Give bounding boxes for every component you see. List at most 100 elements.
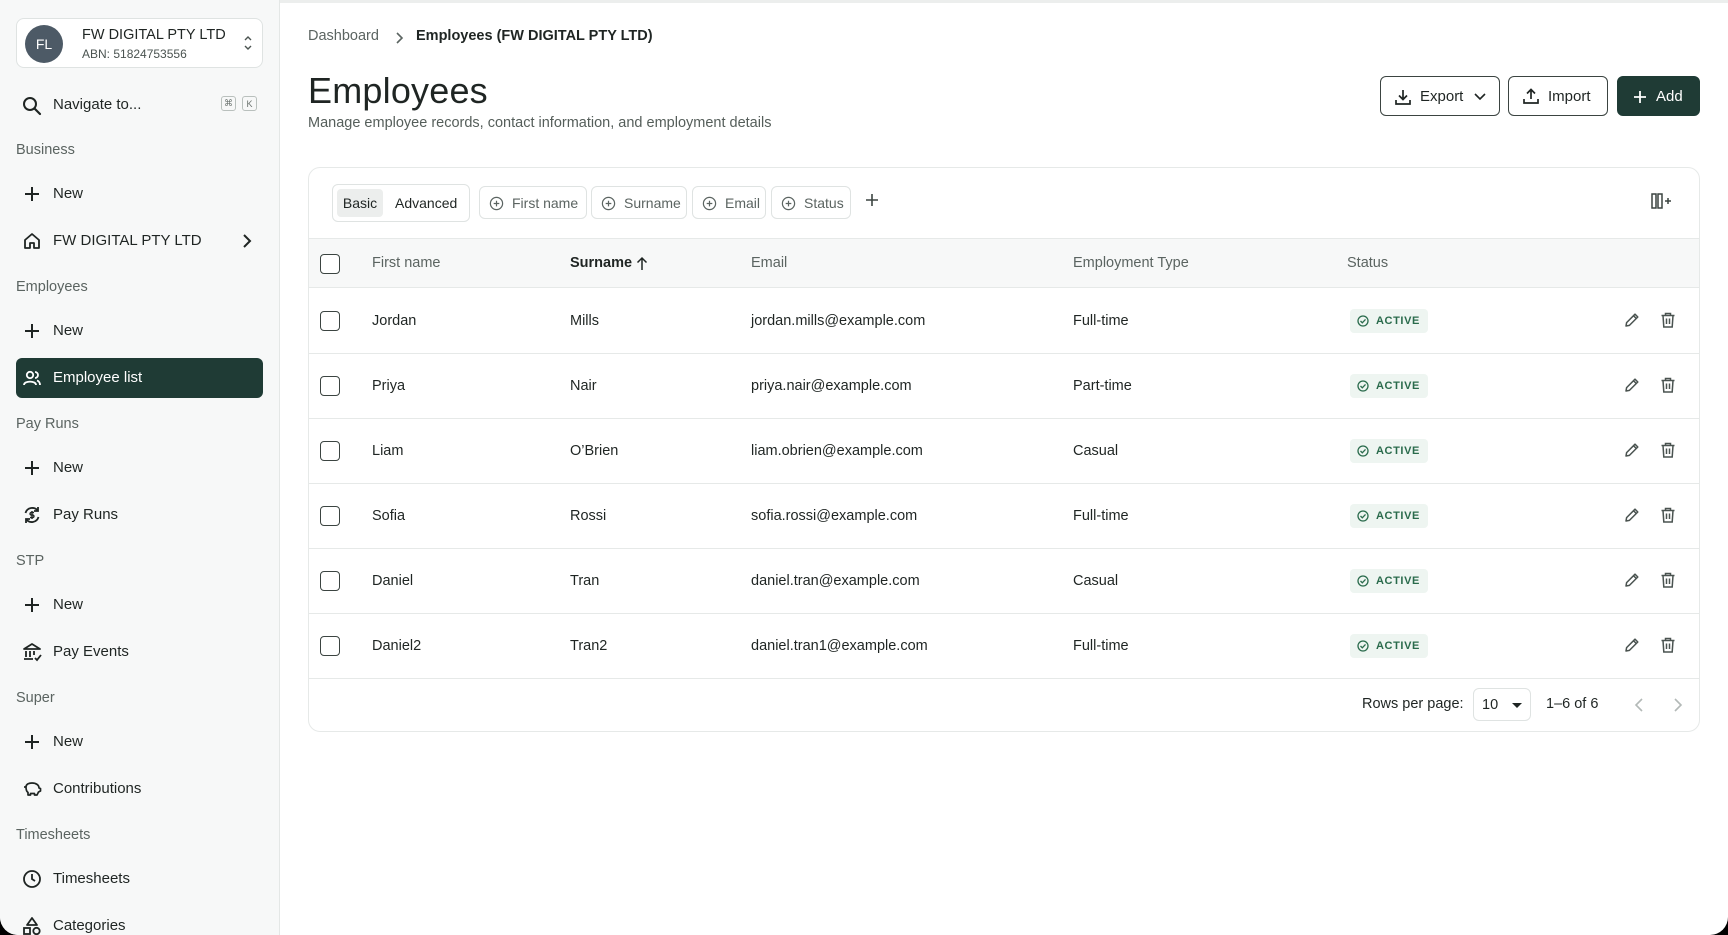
edit-icon[interactable] (1623, 636, 1641, 654)
org-switcher[interactable]: FL FW DIGITAL PTY LTD ABN: 51824753556 (16, 18, 263, 68)
sidebar-item-employees-new[interactable]: New (16, 311, 263, 351)
breadcrumb-dashboard[interactable]: Dashboard (308, 28, 379, 44)
edit-icon[interactable] (1623, 311, 1641, 329)
cell-employment-type: Full-time (1073, 638, 1129, 654)
users-icon (23, 370, 41, 386)
rows-per-page-label: Rows per page: (1362, 696, 1464, 712)
cell-employment-type: Casual (1073, 573, 1119, 589)
plus-circle-icon (781, 196, 796, 211)
delete-icon[interactable] (1659, 441, 1677, 459)
cell-surname: Tran2 (570, 638, 608, 654)
org-avatar: FL (25, 25, 63, 63)
plus-icon (25, 735, 39, 749)
table-row[interactable]: Jordan Mills jordan.mills@example.com Full-… (309, 289, 1699, 354)
sort-ascending-icon (636, 256, 648, 270)
table-row[interactable]: Priya Nair priya.nair@example.com Part-time… (309, 354, 1699, 419)
table-row[interactable]: Sofia Rossi sofia.rossi@example.com Full-ti… (309, 484, 1699, 549)
add-filter-icon[interactable] (864, 192, 880, 208)
sidebar-item-categories[interactable]: Categories (16, 906, 263, 935)
section-business: Business (16, 142, 75, 158)
column-header-surname[interactable]: Surname (570, 255, 632, 271)
employees-table-card: Basic Advanced First name Surname Email … (308, 167, 1700, 732)
row-checkbox[interactable] (320, 571, 340, 591)
sidebar-item-stp-new[interactable]: New (16, 585, 263, 625)
check-circle-icon (1357, 575, 1369, 587)
breadcrumb-current: Employees (FW DIGITAL PTY LTD) (416, 28, 653, 44)
upload-icon (1523, 88, 1539, 104)
cell-employment-type: Part-time (1073, 378, 1132, 394)
k-key-hint: K (242, 96, 257, 111)
sidebar-item-super-new[interactable]: New (16, 722, 263, 762)
sidebar-item-label: Pay Runs (53, 506, 119, 523)
cell-surname: Tran (570, 573, 600, 589)
filter-chip-first-name[interactable]: First name (479, 186, 587, 219)
filter-chip-label: First name (512, 195, 579, 211)
basic-filter-tab[interactable]: Basic (337, 189, 383, 217)
check-circle-icon (1357, 445, 1369, 457)
filter-chip-email[interactable]: Email (692, 186, 766, 219)
select-all-checkbox[interactable] (320, 254, 340, 274)
chevron-left-icon[interactable] (1634, 697, 1644, 713)
column-header-first-name[interactable]: First name (372, 255, 441, 271)
edit-icon[interactable] (1623, 506, 1641, 524)
table-row[interactable]: Daniel2 Tran2 daniel.tran1@example.com Full… (309, 614, 1699, 679)
status-label: ACTIVE (1376, 510, 1420, 522)
pagination: Rows per page: 10 1–6 of 6 (309, 678, 1699, 731)
row-checkbox[interactable] (320, 311, 340, 331)
rows-per-page-value: 10 (1482, 697, 1499, 713)
sidebar-item-pay-events[interactable]: Pay Events (16, 632, 263, 672)
cell-email: liam.obrien@example.com (751, 443, 923, 459)
column-header-employment-type[interactable]: Employment Type (1073, 255, 1189, 271)
cell-surname: O’Brien (570, 443, 619, 459)
row-checkbox[interactable] (320, 376, 340, 396)
section-super: Super (16, 690, 55, 706)
delete-icon[interactable] (1659, 636, 1677, 654)
clock-icon (23, 870, 41, 888)
column-header-email[interactable]: Email (751, 255, 787, 271)
delete-icon[interactable] (1659, 311, 1677, 329)
rows-per-page-select[interactable]: 10 (1473, 688, 1531, 721)
caret-down-icon (1512, 703, 1522, 708)
edit-icon[interactable] (1623, 441, 1641, 459)
page-subtitle: Manage employee records, contact informa… (308, 115, 772, 131)
edit-icon[interactable] (1623, 571, 1641, 589)
delete-icon[interactable] (1659, 506, 1677, 524)
row-checkbox[interactable] (320, 506, 340, 526)
edit-icon[interactable] (1623, 376, 1641, 394)
sidebar-item-timesheets[interactable]: Timesheets (16, 859, 263, 899)
navigate-search[interactable]: Navigate to... ⌘ K (16, 88, 263, 122)
table-header: First name Surname Email Employment Type… (309, 238, 1699, 288)
cell-employment-type: Full-time (1073, 313, 1129, 329)
app-window: FL FW DIGITAL PTY LTD ABN: 51824753556 N… (0, 0, 1728, 935)
sidebar-item-employee-list[interactable]: Employee list (16, 358, 263, 398)
sidebar-item-label: Timesheets (53, 870, 130, 887)
row-checkbox[interactable] (320, 441, 340, 461)
export-button[interactable]: Export (1380, 76, 1500, 116)
delete-icon[interactable] (1659, 571, 1677, 589)
navigate-label: Navigate to... (53, 96, 142, 113)
filter-chip-surname[interactable]: Surname (591, 186, 687, 219)
sidebar-item-pay-runs[interactable]: Pay Runs (16, 495, 263, 535)
sidebar-item-contributions[interactable]: Contributions (16, 769, 263, 809)
row-checkbox[interactable] (320, 636, 340, 656)
advanced-filter-tab[interactable]: Advanced (395, 195, 457, 211)
section-stp: STP (16, 553, 45, 569)
cell-employment-type: Casual (1073, 443, 1119, 459)
column-header-status[interactable]: Status (1347, 255, 1388, 271)
chevron-right-icon[interactable] (1673, 697, 1683, 713)
sidebar-item-business-org[interactable]: FW DIGITAL PTY LTD (16, 221, 263, 261)
table-row[interactable]: Daniel Tran daniel.tran@example.com Casual A… (309, 549, 1699, 614)
plus-circle-icon (702, 196, 717, 211)
refresh-dollar-icon (24, 507, 40, 523)
sidebar-item-business-new[interactable]: New (16, 174, 263, 214)
check-circle-icon (1357, 640, 1369, 652)
delete-icon[interactable] (1659, 376, 1677, 394)
cell-surname: Mills (570, 313, 599, 329)
import-button[interactable]: Import (1508, 76, 1608, 116)
table-row[interactable]: Liam O’Brien liam.obrien@example.com Casual… (309, 419, 1699, 484)
column-settings-icon[interactable] (1651, 192, 1673, 210)
add-employee-button[interactable]: Add (1617, 76, 1700, 116)
filter-chip-status[interactable]: Status (771, 186, 851, 219)
cell-surname: Rossi (570, 508, 607, 524)
sidebar-item-payruns-new[interactable]: New (16, 448, 263, 488)
